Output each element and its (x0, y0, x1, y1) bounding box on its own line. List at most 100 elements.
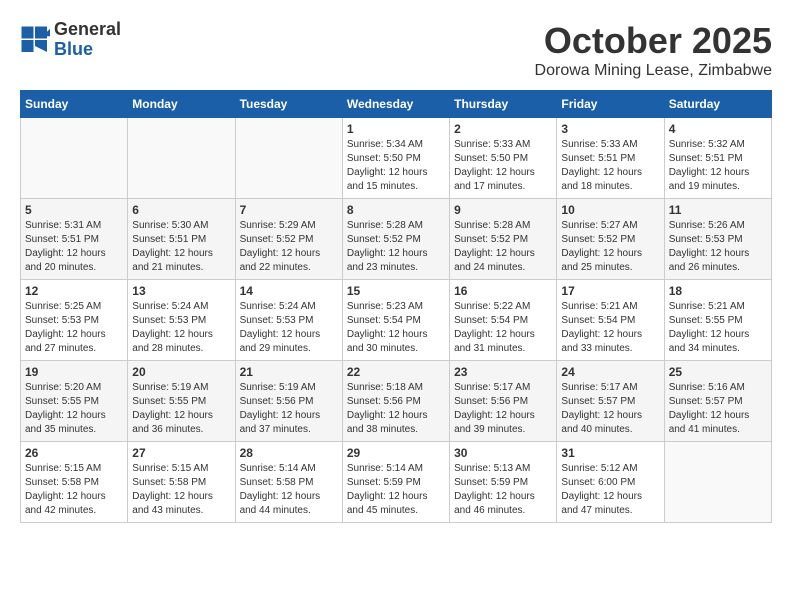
day-info: Sunrise: 5:24 AMSunset: 5:53 PMDaylight:… (132, 300, 230, 356)
day-info: Sunrise: 5:15 AMSunset: 5:58 PMDaylight:… (132, 462, 230, 518)
day-info: Sunrise: 5:34 AMSunset: 5:50 PMDaylight:… (347, 138, 445, 194)
weekday-header-sunday: Sunday (21, 91, 128, 118)
calendar-cell: 23 Sunrise: 5:17 AMSunset: 5:56 PMDayligh… (450, 361, 557, 442)
calendar-cell: 21 Sunrise: 5:19 AMSunset: 5:56 PMDayligh… (235, 361, 342, 442)
day-number: 2 (454, 122, 552, 136)
calendar-cell: 9 Sunrise: 5:28 AMSunset: 5:52 PMDaylight… (450, 199, 557, 280)
calendar-cell: 15Sunrise: 5:23 AMSunset: 5:54 PMDayligh… (342, 280, 449, 361)
day-number: 9 (454, 203, 552, 217)
day-info: Sunrise: 5:16 AMSunset: 5:57 PMDaylight:… (669, 381, 767, 437)
day-info: Sunrise: 5:30 AMSunset: 5:51 PMDaylight:… (132, 219, 230, 275)
day-number: 8 (347, 203, 445, 217)
calendar-cell: 24 Sunrise: 5:17 AMSunset: 5:57 PMDayligh… (557, 361, 664, 442)
calendar-cell: 10Sunrise: 5:27 AMSunset: 5:52 PMDayligh… (557, 199, 664, 280)
calendar-cell: 20Sunrise: 5:19 AMSunset: 5:55 PMDayligh… (128, 361, 235, 442)
day-info: Sunrise: 5:19 AMSunset: 5:55 PMDaylight:… (132, 381, 230, 437)
calendar-cell: 13Sunrise: 5:24 AMSunset: 5:53 PMDayligh… (128, 280, 235, 361)
calendar-cell (235, 118, 342, 199)
calendar-cell: 17 Sunrise: 5:21 AMSunset: 5:54 PMDayligh… (557, 280, 664, 361)
day-info: Sunrise: 5:15 AMSunset: 5:58 PMDaylight:… (25, 462, 123, 518)
day-info: Sunrise: 5:17 AMSunset: 5:56 PMDaylight:… (454, 381, 552, 437)
logo-text: General Blue (54, 20, 121, 60)
weekday-header-wednesday: Wednesday (342, 91, 449, 118)
day-info: Sunrise: 5:24 AMSunset: 5:53 PMDaylight:… (240, 300, 338, 356)
day-number: 12 (25, 284, 123, 298)
day-number: 4 (669, 122, 767, 136)
calendar-cell: 30Sunrise: 5:13 AMSunset: 5:59 PMDayligh… (450, 442, 557, 523)
day-number: 16 (454, 284, 552, 298)
day-info: Sunrise: 5:17 AMSunset: 5:57 PMDaylight:… (561, 381, 659, 437)
day-info: Sunrise: 5:28 AMSunset: 5:52 PMDaylight:… (347, 219, 445, 275)
calendar-table: SundayMondayTuesdayWednesdayThursdayFrid… (20, 90, 772, 523)
day-number: 23 (454, 365, 552, 379)
day-number: 29 (347, 446, 445, 460)
location-title: Dorowa Mining Lease, Zimbabwe (535, 62, 772, 80)
day-number: 30 (454, 446, 552, 460)
weekday-header-tuesday: Tuesday (235, 91, 342, 118)
calendar-cell: 19Sunrise: 5:20 AMSunset: 5:55 PMDayligh… (21, 361, 128, 442)
calendar-cell: 26 Sunrise: 5:15 AMSunset: 5:58 PMDayligh… (21, 442, 128, 523)
day-number: 25 (669, 365, 767, 379)
calendar-week-5: 26 Sunrise: 5:15 AMSunset: 5:58 PMDayligh… (21, 442, 772, 523)
calendar-cell: 5 Sunrise: 5:31 AMSunset: 5:51 PMDaylight… (21, 199, 128, 280)
calendar-cell: 3 Sunrise: 5:33 AMSunset: 5:51 PMDaylight… (557, 118, 664, 199)
day-number: 11 (669, 203, 767, 217)
day-number: 17 (561, 284, 659, 298)
day-number: 15 (347, 284, 445, 298)
weekday-header-thursday: Thursday (450, 91, 557, 118)
day-number: 18 (669, 284, 767, 298)
day-number: 14 (240, 284, 338, 298)
logo-general: General (54, 20, 121, 40)
day-number: 22 (347, 365, 445, 379)
weekday-header-monday: Monday (128, 91, 235, 118)
day-number: 5 (25, 203, 123, 217)
calendar-week-4: 19Sunrise: 5:20 AMSunset: 5:55 PMDayligh… (21, 361, 772, 442)
logo-blue: Blue (54, 40, 121, 60)
day-number: 24 (561, 365, 659, 379)
day-info: Sunrise: 5:20 AMSunset: 5:55 PMDaylight:… (25, 381, 123, 437)
day-info: Sunrise: 5:26 AMSunset: 5:53 PMDaylight:… (669, 219, 767, 275)
day-number: 7 (240, 203, 338, 217)
day-number: 21 (240, 365, 338, 379)
calendar-cell: 25 Sunrise: 5:16 AMSunset: 5:57 PMDayligh… (664, 361, 771, 442)
calendar-header: SundayMondayTuesdayWednesdayThursdayFrid… (21, 91, 772, 118)
day-info: Sunrise: 5:19 AMSunset: 5:56 PMDaylight:… (240, 381, 338, 437)
calendar-cell: 29Sunrise: 5:14 AMSunset: 5:59 PMDayligh… (342, 442, 449, 523)
calendar-cell (21, 118, 128, 199)
day-info: Sunrise: 5:25 AMSunset: 5:53 PMDaylight:… (25, 300, 123, 356)
day-number: 26 (25, 446, 123, 460)
day-info: Sunrise: 5:12 AMSunset: 6:00 PMDaylight:… (561, 462, 659, 518)
day-info: Sunrise: 5:27 AMSunset: 5:52 PMDaylight:… (561, 219, 659, 275)
day-info: Sunrise: 5:33 AMSunset: 5:51 PMDaylight:… (561, 138, 659, 194)
calendar-cell: 14 Sunrise: 5:24 AMSunset: 5:53 PMDayligh… (235, 280, 342, 361)
day-info: Sunrise: 5:21 AMSunset: 5:54 PMDaylight:… (561, 300, 659, 356)
day-info: Sunrise: 5:33 AMSunset: 5:50 PMDaylight:… (454, 138, 552, 194)
day-info: Sunrise: 5:22 AMSunset: 5:54 PMDaylight:… (454, 300, 552, 356)
calendar-cell (664, 442, 771, 523)
calendar-cell: 12 Sunrise: 5:25 AMSunset: 5:53 PMDayligh… (21, 280, 128, 361)
calendar-week-1: 1 Sunrise: 5:34 AMSunset: 5:50 PMDaylight… (21, 118, 772, 199)
day-number: 6 (132, 203, 230, 217)
day-info: Sunrise: 5:31 AMSunset: 5:51 PMDaylight:… (25, 219, 123, 275)
month-title: October 2025 (535, 20, 772, 62)
calendar-cell: 28Sunrise: 5:14 AMSunset: 5:58 PMDayligh… (235, 442, 342, 523)
calendar-cell: 22 Sunrise: 5:18 AMSunset: 5:56 PMDayligh… (342, 361, 449, 442)
calendar-cell: 16 Sunrise: 5:22 AMSunset: 5:54 PMDayligh… (450, 280, 557, 361)
calendar-cell: 27Sunrise: 5:15 AMSunset: 5:58 PMDayligh… (128, 442, 235, 523)
calendar-cell: 11 Sunrise: 5:26 AMSunset: 5:53 PMDayligh… (664, 199, 771, 280)
day-number: 31 (561, 446, 659, 460)
logo: General Blue (20, 20, 121, 60)
day-number: 3 (561, 122, 659, 136)
calendar-cell: 6 Sunrise: 5:30 AMSunset: 5:51 PMDaylight… (128, 199, 235, 280)
title-area: October 2025 Dorowa Mining Lease, Zimbab… (535, 20, 772, 80)
day-info: Sunrise: 5:28 AMSunset: 5:52 PMDaylight:… (454, 219, 552, 275)
weekday-header-friday: Friday (557, 91, 664, 118)
day-info: Sunrise: 5:14 AMSunset: 5:58 PMDaylight:… (240, 462, 338, 518)
day-info: Sunrise: 5:32 AMSunset: 5:51 PMDaylight:… (669, 138, 767, 194)
day-info: Sunrise: 5:21 AMSunset: 5:55 PMDaylight:… (669, 300, 767, 356)
header: General Blue October 2025 Dorowa Mining … (20, 20, 772, 80)
weekday-header-saturday: Saturday (664, 91, 771, 118)
calendar-cell: 31 Sunrise: 5:12 AMSunset: 6:00 PMDayligh… (557, 442, 664, 523)
day-info: Sunrise: 5:18 AMSunset: 5:56 PMDaylight:… (347, 381, 445, 437)
day-number: 1 (347, 122, 445, 136)
